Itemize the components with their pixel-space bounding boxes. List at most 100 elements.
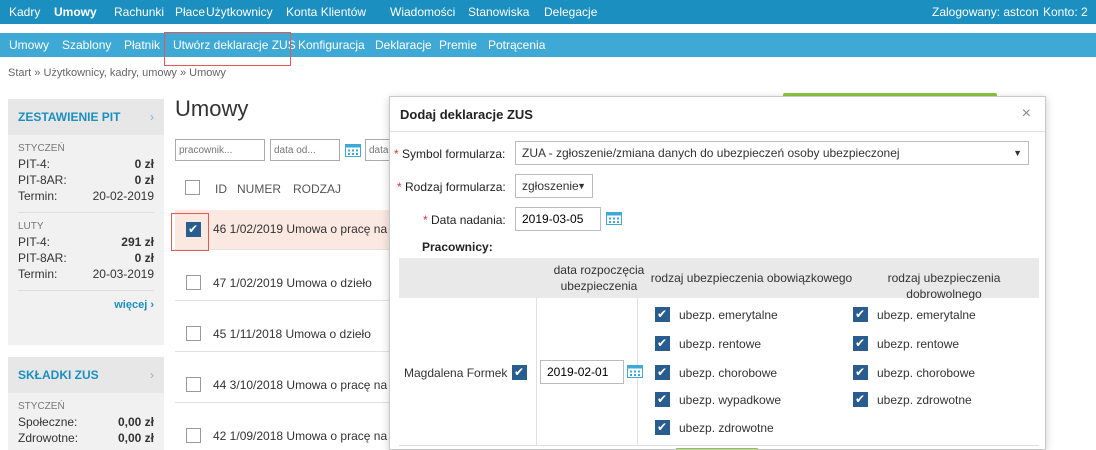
table-row[interactable]: 42 1/09/2018 Umowa o pracę na bbox=[175, 414, 390, 450]
pit-row: Termin: 20-03-2019 bbox=[18, 267, 154, 281]
worker-name: Magdalena Formek bbox=[404, 366, 508, 380]
zus-panel-title: SKŁADKI ZUS bbox=[18, 368, 99, 382]
mandatory-checkbox[interactable] bbox=[655, 336, 670, 351]
send-date-input[interactable] bbox=[515, 207, 601, 231]
nav-umowy[interactable]: Umowy bbox=[54, 0, 97, 24]
worker-checkbox[interactable] bbox=[512, 365, 527, 380]
zus-row: Zdrowotne: 0,00 zł bbox=[18, 431, 154, 445]
workers-label: Pracownicy: bbox=[422, 240, 493, 254]
voluntary-checkbox[interactable] bbox=[853, 365, 868, 380]
account-label: Konto: 2 bbox=[1043, 5, 1088, 19]
logged-user: Zalogowany: astcon bbox=[932, 5, 1039, 19]
page-title: Umowy bbox=[175, 96, 249, 121]
divider bbox=[390, 131, 1045, 132]
mandatory-option: ubezp. zdrowotne bbox=[679, 421, 774, 435]
divider bbox=[536, 298, 537, 446]
column-numer[interactable]: NUMER bbox=[237, 182, 281, 196]
symbol-select[interactable]: ZUA - zgłoszenie/zmiana danych do ubezpi… bbox=[515, 141, 1029, 165]
modal-title: Dodaj deklaracje ZUS bbox=[400, 107, 533, 122]
voluntary-checkbox[interactable] bbox=[853, 336, 868, 351]
breadcrumb: Start » Użytkownicy, kadry, umowy » Umow… bbox=[8, 67, 226, 79]
workers-table-body: Magdalena Formek ubezp. emerytalne ubezp… bbox=[399, 298, 1039, 446]
voluntary-option: ubezp. chorobowe bbox=[877, 366, 976, 380]
table-row[interactable]: 45 1/11/2018 Umowa o dzieło bbox=[175, 312, 390, 352]
nav-stanowiska[interactable]: Stanowiska bbox=[468, 0, 529, 24]
caret-down-icon: ▼ bbox=[1013, 148, 1022, 158]
column-start-date: data rozpoczęcia ubezpieczenia bbox=[553, 263, 645, 293]
calendar-icon[interactable] bbox=[627, 364, 643, 378]
pit-row: PIT-4: 291 zł bbox=[18, 235, 154, 249]
nav-uzytkownicy[interactable]: Użytkownicy bbox=[206, 0, 273, 24]
mandatory-option: ubezp. chorobowe bbox=[679, 366, 778, 380]
column-id[interactable]: ID bbox=[215, 182, 227, 196]
pit-row: PIT-4: 0 zł bbox=[18, 157, 154, 171]
mandatory-checkbox[interactable] bbox=[655, 392, 670, 407]
symbol-label: * Symbol formularza: bbox=[394, 147, 506, 161]
subnav-potracenia[interactable]: Potrącenia bbox=[488, 33, 545, 57]
calendar-icon[interactable] bbox=[606, 211, 622, 225]
add-zus-declaration-modal: Dodaj deklaracje ZUS × * Symbol formular… bbox=[389, 96, 1046, 450]
subnav-konfiguracja[interactable]: Konfiguracja bbox=[298, 33, 365, 57]
chevron-right-icon: › bbox=[150, 110, 154, 124]
more-link[interactable]: więcej › bbox=[8, 291, 164, 319]
nav-konta-klientow[interactable]: Konta Klientów bbox=[286, 0, 366, 24]
month-label: STYCZEŃ bbox=[18, 401, 65, 412]
row-checkbox[interactable] bbox=[186, 428, 201, 443]
mandatory-option: ubezp. rentowe bbox=[679, 337, 762, 351]
nav-wiadomosci[interactable]: Wiadomości bbox=[390, 0, 455, 24]
pit-row: Termin: 20-02-2019 bbox=[18, 189, 154, 203]
pit-panel-header[interactable]: ZESTAWIENIE PIT › bbox=[8, 99, 164, 135]
pit-panel-title: ZESTAWIENIE PIT bbox=[18, 110, 121, 124]
chevron-right-icon: › bbox=[150, 368, 154, 382]
voluntary-option: ubezp. emerytalne bbox=[877, 308, 976, 322]
worker-filter-input[interactable] bbox=[175, 139, 265, 161]
voluntary-checkbox[interactable] bbox=[853, 307, 868, 322]
mandatory-checkbox[interactable] bbox=[655, 365, 670, 380]
zus-summary-panel: SKŁADKI ZUS › STYCZEŃ Społeczne: 0,00 zł … bbox=[8, 357, 164, 450]
top-navigation: Kadry Umowy Rachunki Płace Użytkownicy K… bbox=[0, 0, 1096, 24]
workers-table-header: data rozpoczęcia ubezpieczenia rodzaj ube… bbox=[399, 258, 1039, 301]
date-label: * Data nadania: bbox=[423, 213, 506, 227]
mandatory-option: ubezp. emerytalne bbox=[679, 308, 778, 322]
month-label: STYCZEŃ bbox=[18, 143, 65, 154]
pit-row: PIT-8AR: 0 zł bbox=[18, 173, 154, 187]
pit-summary-panel: ZESTAWIENIE PIT › STYCZEŃ PIT-4: 0 zł PIT… bbox=[8, 99, 164, 345]
calendar-icon[interactable] bbox=[345, 143, 361, 157]
subnav-premie[interactable]: Premie bbox=[439, 33, 477, 57]
row-checkbox[interactable] bbox=[186, 326, 201, 341]
mandatory-checkbox[interactable] bbox=[655, 307, 670, 322]
nav-kadry[interactable]: Kadry bbox=[9, 0, 40, 24]
row-checkbox[interactable] bbox=[186, 377, 201, 392]
highlight-frame bbox=[171, 213, 209, 251]
type-label: * Rodzaj formularza: bbox=[397, 180, 506, 194]
highlight-frame bbox=[164, 32, 291, 66]
nav-rachunki[interactable]: Rachunki bbox=[114, 0, 164, 24]
row-checkbox[interactable] bbox=[186, 275, 201, 290]
subnav-deklaracje[interactable]: Deklaracje bbox=[375, 33, 432, 57]
caret-down-icon: ▼ bbox=[577, 181, 586, 191]
nav-place[interactable]: Płace bbox=[175, 0, 205, 24]
zus-panel-header[interactable]: SKŁADKI ZUS › bbox=[8, 357, 164, 393]
subnav-platnik[interactable]: Płatnik bbox=[124, 33, 160, 57]
table-row[interactable]: 47 1/02/2019 Umowa o dzieło bbox=[175, 261, 390, 301]
column-mandatory: rodzaj ubezpieczenia obowiązkowego bbox=[650, 271, 853, 285]
mandatory-option: ubezp. wypadkowe bbox=[679, 393, 782, 407]
subnav-umowy[interactable]: Umowy bbox=[9, 33, 49, 57]
table-header: ID NUMER RODZAJ bbox=[175, 176, 390, 202]
select-all-checkbox[interactable] bbox=[185, 180, 200, 195]
mandatory-checkbox[interactable] bbox=[655, 420, 670, 435]
type-select[interactable]: zgłoszenie ▼ bbox=[515, 174, 593, 198]
zus-row: Społeczne: 0,00 zł bbox=[18, 415, 154, 429]
column-rodzaj[interactable]: RODZAJ bbox=[293, 182, 341, 196]
table-row[interactable]: 44 3/10/2018 Umowa o pracę na bbox=[175, 363, 390, 403]
close-icon[interactable]: × bbox=[1022, 105, 1031, 123]
subnav-szablony[interactable]: Szablony bbox=[62, 33, 111, 57]
insurance-start-input[interactable] bbox=[540, 360, 624, 384]
pit-row: PIT-8AR: 0 zł bbox=[18, 251, 154, 265]
voluntary-option: ubezp. rentowe bbox=[877, 337, 960, 351]
nav-delegacje[interactable]: Delegacje bbox=[544, 0, 597, 24]
month-label: LUTY bbox=[18, 221, 44, 232]
voluntary-option: ubezp. zdrowotne bbox=[877, 393, 972, 407]
date-from-input[interactable] bbox=[270, 139, 340, 161]
voluntary-checkbox[interactable] bbox=[853, 392, 868, 407]
